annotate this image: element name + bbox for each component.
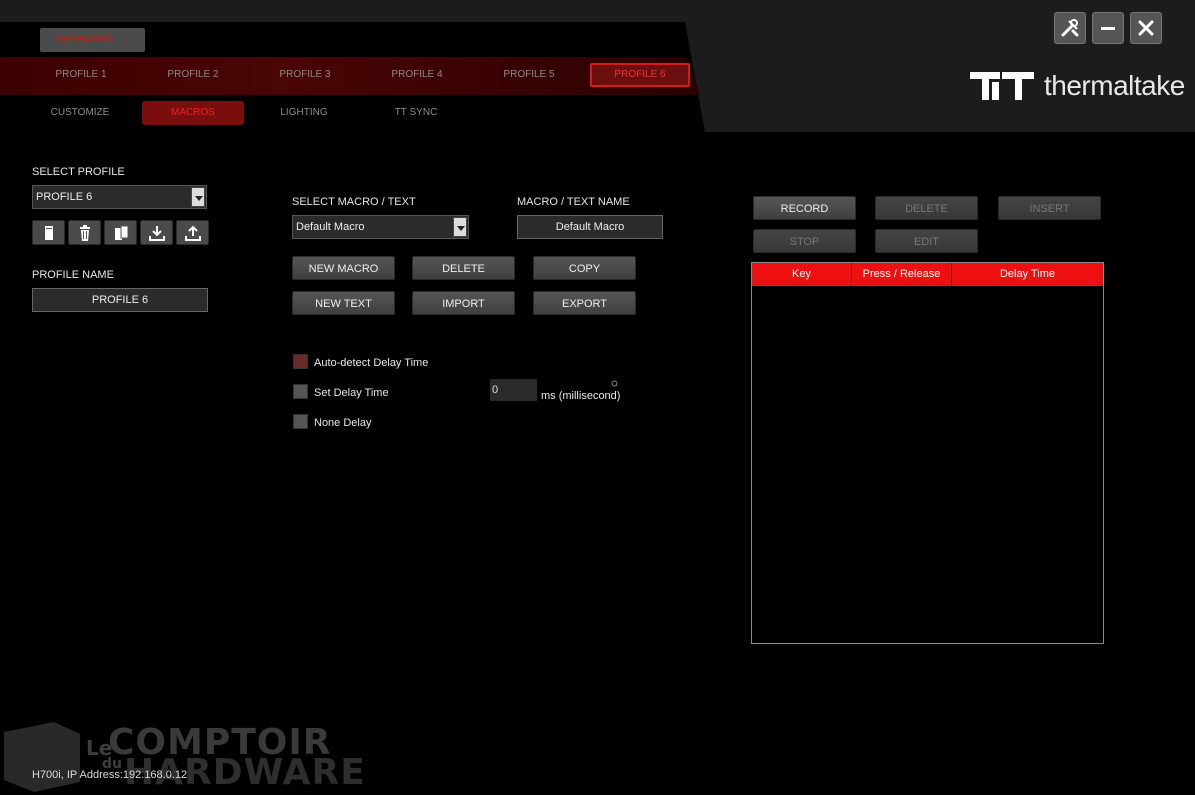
record-button[interactable]: RECORD [753,196,856,220]
delete-profile-button[interactable] [68,220,101,245]
minimize-icon [1101,27,1115,30]
select-profile-label: SELECT PROFILE [32,166,125,178]
upload-icon [184,225,201,241]
set-delay-checkbox[interactable] [293,384,308,399]
chevron-down-icon[interactable] [191,187,205,207]
tab-profile-2[interactable]: PROFILE 2 [143,63,243,87]
watermark-cube [4,722,80,792]
close-button[interactable] [1130,12,1162,44]
tab-profile-6[interactable]: PROFILE 6 [590,63,690,87]
settings-button[interactable] [1054,12,1086,44]
close-icon [1138,20,1154,36]
spinner-circle-icon[interactable] [611,380,618,387]
auto-detect-delay-label: Auto-detect Delay Time [314,357,429,369]
profile-name-field[interactable]: PROFILE 6 [32,288,208,312]
insert-entry-button[interactable]: INSERT [998,196,1101,220]
new-text-button[interactable]: NEW TEXT [292,291,395,315]
profile-name-label: PROFILE NAME [32,269,114,281]
export-macro-button[interactable]: EXPORT [533,291,636,315]
new-profile-button[interactable] [32,220,65,245]
table-header: Key Press / Release Delay Time [752,263,1103,286]
brand-logo: thermaltake [970,70,1185,102]
new-profile-icon [44,225,53,240]
new-macro-button[interactable]: NEW MACRO [292,256,395,280]
brand-name: thermaltake [1044,70,1185,101]
trash-icon [79,224,90,241]
auto-detect-delay-checkbox[interactable] [293,354,308,369]
macro-name-label: MACRO / TEXT NAME [517,196,630,208]
tools-icon [1061,19,1079,37]
edit-entry-button[interactable]: EDIT [875,229,978,253]
none-delay-checkbox[interactable] [293,414,308,429]
copy-profile-button[interactable] [104,220,137,245]
set-delay-label: Set Delay Time [314,387,389,399]
macro-select-value: Default Macro [296,221,365,233]
delay-unit-label: ms (millisecond) [541,390,621,402]
download-icon [148,225,165,241]
tab-profile-1[interactable]: PROFILE 1 [31,63,131,87]
tab-lighting[interactable]: LIGHTING [253,101,355,125]
delay-time-input[interactable]: 0 [490,379,537,401]
macro-events-table[interactable]: Key Press / Release Delay Time [751,262,1104,644]
tab-profile-5[interactable]: PROFILE 5 [479,63,579,87]
macro-name-field[interactable]: Default Macro [517,215,663,239]
thermaltake-logo-icon [970,72,1034,100]
status-bar: H700i, IP Address:192.168.0.12 [32,769,188,781]
stop-button[interactable]: STOP [753,229,856,253]
none-delay-label: None Delay [314,417,372,429]
import-macro-button[interactable]: IMPORT [412,291,515,315]
copy-macro-button[interactable]: COPY [533,256,636,280]
tab-profile-4[interactable]: PROFILE 4 [367,63,467,87]
tab-macros[interactable]: MACROS [142,101,244,125]
delete-macro-button[interactable]: DELETE [412,256,515,280]
select-macro-label: SELECT MACRO / TEXT [292,196,416,208]
column-header-key: Key [752,263,852,286]
device-tab-keyboard[interactable]: KEYBOARD [40,28,145,52]
import-profile-button[interactable] [140,220,173,245]
export-profile-button[interactable] [176,220,209,245]
chevron-down-icon[interactable] [453,217,467,237]
tab-customize[interactable]: CUSTOMIZE [29,101,131,125]
minimize-button[interactable] [1092,12,1124,44]
macro-select[interactable]: Default Macro [292,215,469,239]
copy-icon [114,225,128,240]
profile-select[interactable]: PROFILE 6 [32,185,207,209]
column-header-press-release: Press / Release [852,263,952,286]
tab-profile-3[interactable]: PROFILE 3 [255,63,355,87]
tab-tt-sync[interactable]: TT SYNC [365,101,467,125]
delete-entry-button[interactable]: DELETE [875,196,978,220]
profile-select-value: PROFILE 6 [36,191,93,203]
column-header-delay-time: Delay Time [999,268,1056,280]
